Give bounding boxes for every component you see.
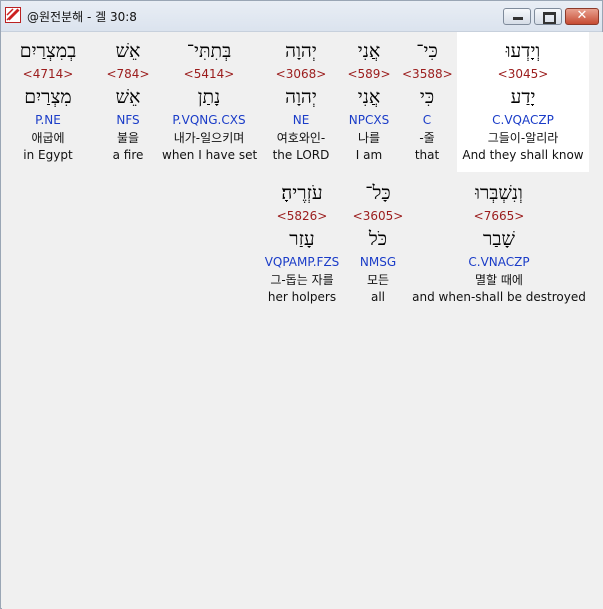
hebrew-word: אֵשׁ (115, 40, 141, 62)
parsing-code: C.VNACZP (468, 255, 530, 269)
korean-gloss: 불을 (116, 131, 140, 145)
korean-gloss: 나를 (357, 131, 381, 145)
korean-gloss: -줄 (419, 131, 435, 145)
interlinear-view: בְמִצְרַיִם <4714> מִצְרַיִם P.NE 애굽에 in… (2, 32, 603, 609)
window-title: @원전분해 - 겔 30:8 (27, 10, 137, 24)
korean-gloss: 애굽에 (31, 131, 65, 145)
korean-gloss: 모든 (366, 273, 390, 287)
english-gloss: I am (355, 148, 383, 162)
english-gloss: the LORD (272, 148, 330, 162)
word-block[interactable]: בְמִצְרַיִם <4714> מִצְרַיִם P.NE 애굽에 in… (14, 36, 82, 163)
word-block[interactable]: כָּל־ <3605> כֹּל NMSG 모든 all (352, 178, 404, 305)
hebrew-word: וְנִשְׁבְּרוּ (475, 182, 523, 204)
english-gloss: when I have set (162, 148, 258, 162)
strong-number[interactable]: <3045> (457, 66, 589, 82)
word-block[interactable]: עֹזְרֶיהָ׃ <5826> עָזַר VQPAMP.FZS 그-돕는 … (258, 178, 346, 305)
word-block[interactable]: כִּי־ <3588> כִּי C -줄 that (402, 36, 453, 163)
lemma-word: כֹּל (368, 228, 388, 250)
lemma-word: מִצְרַיִם (24, 86, 72, 108)
strong-number[interactable]: <5414> (162, 66, 256, 82)
close-button[interactable]: ✕ (565, 8, 599, 25)
korean-gloss: 내가-일으키며 (173, 131, 245, 145)
word-block[interactable]: אֵשׁ <784> אֵשׁ NFS 불을 a fire (102, 36, 154, 163)
strong-number[interactable]: <5826> (258, 208, 346, 224)
korean-gloss: 멸할 때에 (475, 273, 523, 287)
hebrew-word: כָּל־ (365, 182, 391, 204)
english-gloss: in Egypt (23, 148, 73, 162)
lemma-word: שָׁבַר (483, 228, 515, 250)
close-icon: ✕ (576, 8, 588, 23)
app-logo-icon (5, 7, 21, 23)
title-bar[interactable]: @원전분해 - 겔 30:8 ✕ (1, 1, 602, 32)
word-block[interactable]: אֲנִי <589> אֲנִי NPCXS 나를 I am (344, 36, 394, 163)
english-gloss: a fire (112, 148, 144, 162)
strong-number[interactable]: <7665> (412, 208, 586, 224)
hebrew-word: עֹזְרֶיהָ׃ (281, 182, 323, 204)
hebrew-word: בְּתִתִּי־ (186, 40, 232, 62)
hebrew-word: יְהוָה (285, 40, 317, 62)
lemma-word: יָדַע (510, 86, 536, 108)
strong-number[interactable]: <4714> (14, 66, 82, 82)
word-block[interactable]: בְּתִתִּי־ <5414> נָתַן P.VQNG.CXS 내가-일으… (162, 36, 258, 163)
lemma-word: נָתַן (197, 86, 221, 108)
english-gloss: that (414, 148, 440, 162)
lemma-word: אֲנִי (357, 86, 381, 108)
parsing-code: NPCXS (348, 113, 390, 127)
hebrew-word: בְמִצְרַיִם (19, 40, 77, 62)
word-block[interactable]: וְנִשְׁבְּרוּ <7665> שָׁבַר C.VNACZP 멸할 … (412, 178, 586, 305)
lemma-word: עָזַר (289, 228, 315, 250)
korean-gloss: 여호와인- (276, 131, 326, 145)
strong-number[interactable]: <3588> (402, 66, 453, 82)
parsing-code: P.NE (35, 113, 61, 127)
parsing-code: NFS (116, 113, 140, 127)
lemma-word: אֵשׁ (115, 86, 141, 108)
lemma-word: כִּי (419, 86, 435, 108)
strong-number[interactable]: <589> (344, 66, 394, 82)
strong-number[interactable]: <3068> (266, 66, 336, 82)
maximize-icon (543, 12, 556, 24)
english-gloss: her holpers (267, 290, 337, 304)
word-block-selected[interactable]: וְיָדְעוּ <3045> יָדַע C.VQACZP 그들이-알리라 … (457, 32, 589, 172)
minimize-button[interactable] (503, 8, 531, 25)
minimize-icon (513, 17, 523, 20)
hebrew-word: וְיָדְעוּ (505, 40, 541, 62)
english-gloss: all (370, 290, 386, 304)
korean-gloss: 그-돕는 자를 (270, 273, 334, 287)
hebrew-word: כִּי־ (416, 40, 438, 62)
english-gloss: And they shall know (462, 148, 584, 162)
strong-number[interactable]: <3605> (352, 208, 404, 224)
parsing-code: C (422, 113, 432, 127)
maximize-button[interactable] (534, 8, 562, 25)
english-gloss: and when-shall be destroyed (412, 290, 586, 304)
korean-gloss: 그들이-알리라 (487, 131, 559, 145)
parsing-code: P.VQNG.CXS (172, 113, 246, 127)
parsing-code: C.VQACZP (492, 113, 554, 127)
parsing-code: VQPAMP.FZS (264, 255, 340, 269)
word-block[interactable]: יְהוָה <3068> יְהוָה NE 여호와인- the LORD (266, 36, 336, 163)
parsing-code: NE (292, 113, 310, 127)
app-window: @원전분해 - 겔 30:8 ✕ בְמִצְרַיִם <4714> מִצְ… (0, 0, 603, 609)
strong-number[interactable]: <784> (102, 66, 154, 82)
hebrew-word: אֲנִי (357, 40, 381, 62)
parsing-code: NMSG (359, 255, 397, 269)
lemma-word: יְהוָה (285, 86, 317, 108)
